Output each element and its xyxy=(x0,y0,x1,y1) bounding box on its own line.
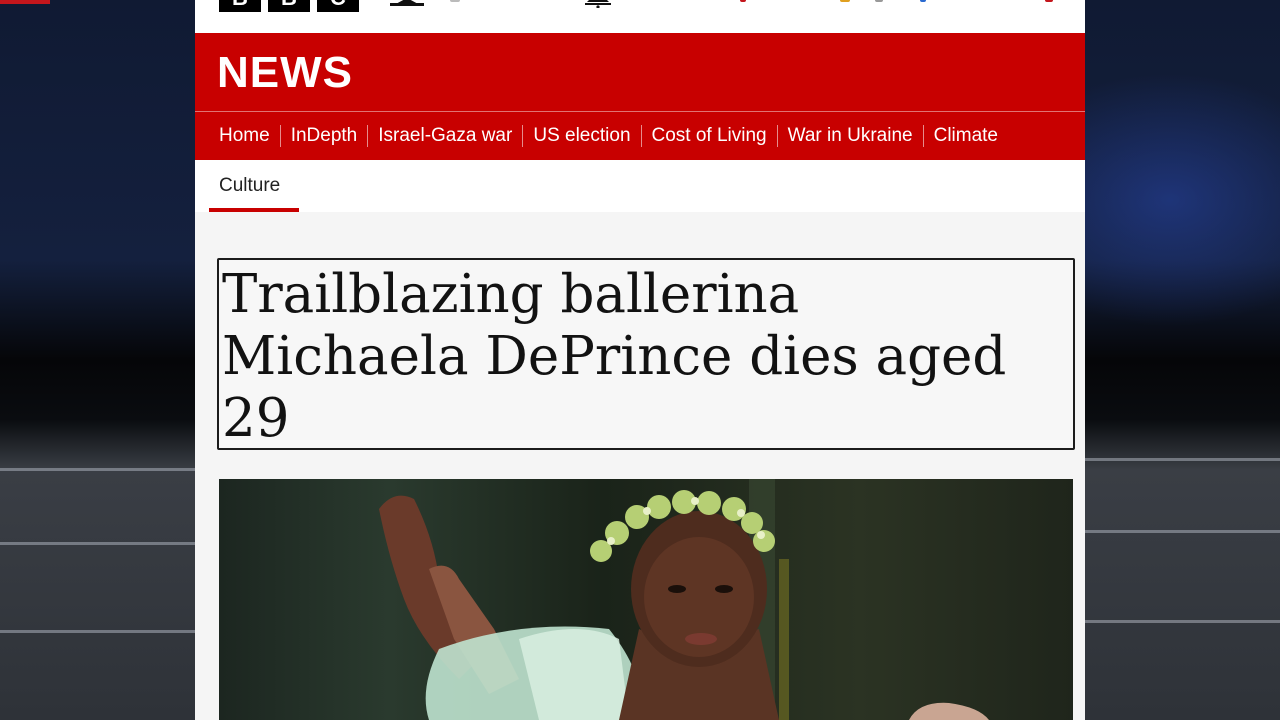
toolbar-mark xyxy=(1045,0,1053,2)
nav-item-war-in-ukraine[interactable]: War in Ukraine xyxy=(776,125,923,147)
nav-item-climate[interactable]: Climate xyxy=(922,125,1008,147)
floor-line xyxy=(0,542,195,545)
nav-item-cost-of-living[interactable]: Cost of Living xyxy=(640,125,777,147)
bbc-logo[interactable]: B B C xyxy=(219,0,359,12)
toolbar-mark xyxy=(875,0,883,2)
bbc-logo-block: C xyxy=(317,0,359,12)
ballerina-photo xyxy=(379,479,989,720)
bbc-top-bar: B B C xyxy=(195,0,1085,33)
nav-item-indepth[interactable]: InDepth xyxy=(279,125,368,147)
floor-line xyxy=(0,630,195,633)
toolbar-mark xyxy=(740,0,746,2)
nav-item-us-election[interactable]: US election xyxy=(522,125,640,147)
floor-line xyxy=(0,468,195,471)
floor-line xyxy=(1085,458,1280,461)
bbc-news-page: B B C NEWS Home InDepth Israel-Gaza war … xyxy=(195,0,1085,720)
article-headline: Trailblazing ballerina Michaela DePrince… xyxy=(222,264,1007,449)
news-banner: NEWS xyxy=(195,33,1085,111)
headline-highlight-box: Trailblazing ballerina Michaela DePrince… xyxy=(217,258,1075,450)
toolbar-mark xyxy=(450,0,460,2)
toolbar-mark xyxy=(920,0,926,2)
tab-culture[interactable]: Culture xyxy=(209,160,299,212)
secondary-nav: Culture xyxy=(195,160,1085,212)
nav-item-home[interactable]: Home xyxy=(209,125,280,147)
user-icon[interactable] xyxy=(390,0,424,6)
toolbar-mark xyxy=(840,0,850,2)
bbc-logo-block: B xyxy=(219,0,261,12)
primary-nav: Home InDepth Israel-Gaza war US election… xyxy=(195,111,1085,160)
floor-line xyxy=(1085,620,1280,623)
notification-bell-icon[interactable] xyxy=(583,0,613,8)
article-hero-image xyxy=(219,479,1073,720)
corner-red-tab xyxy=(0,0,50,4)
news-title[interactable]: NEWS xyxy=(217,48,353,98)
nav-list: Home InDepth Israel-Gaza war US election… xyxy=(209,112,1008,160)
floor-line xyxy=(1085,530,1280,533)
bbc-logo-block: B xyxy=(268,0,310,12)
nav-item-israel-gaza-war[interactable]: Israel-Gaza war xyxy=(367,125,522,147)
